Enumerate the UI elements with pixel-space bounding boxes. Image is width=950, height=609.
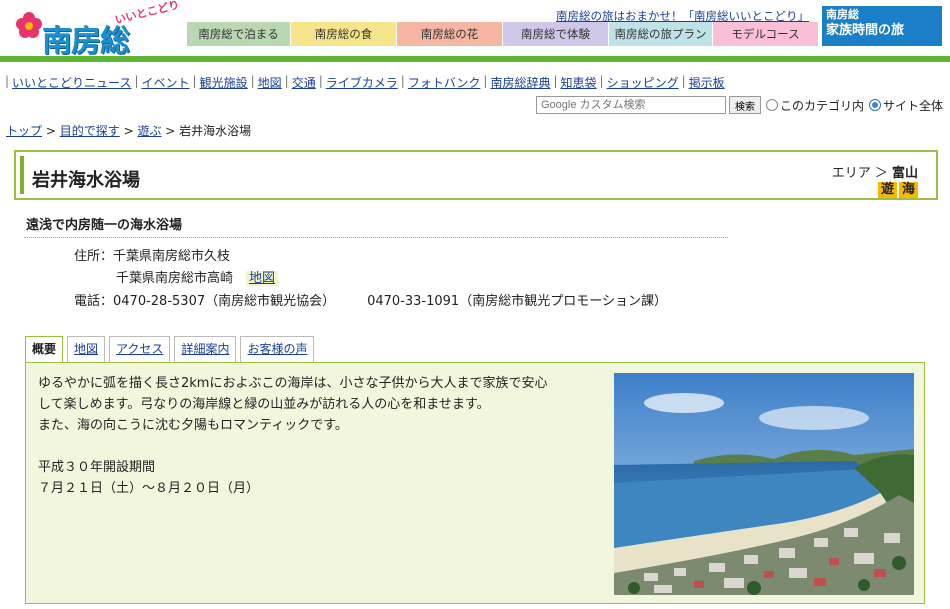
- category-badge-play: 遊: [877, 182, 897, 198]
- nav-tab-model-course[interactable]: モデルコース: [713, 22, 819, 46]
- main-nav: 南房総で泊まる 南房総の食 南房総の花 南房総で体験 南房総の旅プラン モデルコ…: [187, 22, 819, 46]
- tab-reviews[interactable]: お客様の声: [240, 336, 315, 362]
- subnav-livecam[interactable]: ライブカメラ: [326, 74, 398, 90]
- detail-tabs: 概要 地図 アクセス 詳細案内 お客様の声: [25, 336, 315, 362]
- phone-block: 電話：0470-28-5307（南房総市観光協会） 0470-33-1091（南房…: [74, 294, 667, 309]
- desc-line1: ゆるやかに弧を描く長さ2kmにおよぶこの海岸は、小さな子供から大人まで家族で安心: [38, 376, 548, 391]
- page-subtitle: 遠浅で内房随一の海水浴場: [26, 218, 183, 233]
- nav-tab-flowers[interactable]: 南房総の花: [397, 22, 503, 46]
- subnav-bbs[interactable]: 掲示板: [689, 74, 725, 90]
- phone-2: 0470-33-1091（南房総市観光プロモーション課）: [367, 294, 667, 309]
- breadcrumb: トップ > 目的で探す > 遊ぶ > 岩井海水浴場: [6, 124, 252, 138]
- subnav-dictionary[interactable]: 南房総辞典: [490, 74, 550, 90]
- radio-selected-icon: [869, 99, 882, 111]
- page-title: 岩井海水浴場: [32, 170, 140, 191]
- address-line2: 千葉県南房総市高崎: [116, 271, 234, 286]
- banner-line1: 南房総: [826, 8, 859, 21]
- nav-tab-experience[interactable]: 南房総で体験: [503, 22, 609, 46]
- subnav-events[interactable]: イベント: [142, 74, 190, 90]
- nav-tab-plans[interactable]: 南房総の旅プラン: [609, 22, 713, 46]
- category-badges: 遊 海: [877, 182, 918, 198]
- tab-overview[interactable]: 概要: [25, 336, 64, 362]
- address-line1: 千葉県南房総市久枝: [113, 249, 231, 264]
- tab-details[interactable]: 詳細案内: [174, 336, 237, 362]
- radio-category[interactable]: このカテゴリ内: [766, 97, 864, 114]
- sub-nav: | いいとこどりニュース | イベント | 観光施設 | 地図 | 交通 | ライブカメラ …: [5, 74, 725, 90]
- nav-tab-stay[interactable]: 南房総で泊まる: [187, 22, 291, 46]
- breadcrumb-play[interactable]: 遊ぶ: [137, 124, 161, 138]
- beach-photo: [614, 373, 914, 595]
- subnav-chiebukuro[interactable]: 知恵袋: [561, 74, 597, 90]
- banner-line2: 家族時間の旅: [826, 23, 905, 38]
- breadcrumb-purpose[interactable]: 目的で探す: [60, 124, 120, 138]
- logo-text: 南房総: [42, 24, 130, 59]
- subtitle-divider: [24, 237, 728, 238]
- breadcrumb-current: 岩井海水浴場: [179, 124, 252, 138]
- desc-line3: また、海の向こうに沈む夕陽もロマンティックです。: [38, 418, 348, 433]
- tab-access[interactable]: アクセス: [109, 336, 171, 362]
- flower-logo-icon: [16, 12, 42, 38]
- search-button[interactable]: 検索: [729, 96, 761, 114]
- period-label: 平成３０年開設期間: [38, 460, 156, 475]
- search-input[interactable]: [536, 96, 726, 114]
- tab-map[interactable]: 地図: [67, 336, 106, 362]
- subnav-map[interactable]: 地図: [258, 74, 282, 90]
- area-label: エリア ＞ 富山: [831, 166, 918, 181]
- title-box: 岩井海水浴場 エリア ＞ 富山 遊 海: [14, 150, 938, 200]
- area-value: 富山: [891, 166, 918, 181]
- subnav-photobank[interactable]: フォトバンク: [408, 74, 481, 90]
- description: ゆるやかに弧を描く長さ2kmにおよぶこの海岸は、小さな子供から大人まで家族で安心…: [38, 373, 608, 499]
- radio-circle-icon: [766, 99, 778, 111]
- phone-1: 0470-28-5307（南房総市観光協会）: [113, 294, 336, 309]
- subnav-facilities[interactable]: 観光施設: [200, 74, 248, 90]
- category-badge-sea: 海: [898, 182, 918, 198]
- subnav-shopping[interactable]: ショッピング: [607, 74, 679, 90]
- site-logo[interactable]: いいとこどり 南房総: [8, 0, 183, 59]
- breadcrumb-top[interactable]: トップ: [6, 124, 42, 138]
- map-link[interactable]: 地図: [246, 271, 279, 286]
- search-bar: 検索 このカテゴリ内 サイト全体: [536, 96, 943, 114]
- header-divider: [0, 56, 950, 62]
- subnav-news[interactable]: いいとこどりニュース: [12, 74, 131, 90]
- radio-site-label: サイト全体: [883, 98, 944, 113]
- address-block: 住所：千葉県南房総市久枝 千葉県南房総市高崎 地図: [74, 246, 279, 290]
- overview-panel: ゆるやかに弧を描く長さ2kmにおよぶこの海岸は、小さな子供から大人まで家族で安心…: [25, 362, 925, 604]
- subnav-transport[interactable]: 交通: [292, 74, 316, 90]
- radio-category-label: このカテゴリ内: [780, 98, 865, 113]
- period-dates: ７月２１日（土）～８月２０日（月）: [38, 481, 260, 496]
- radio-site[interactable]: サイト全体: [869, 97, 943, 114]
- nav-tab-food[interactable]: 南房総の食: [291, 22, 397, 46]
- family-trip-banner[interactable]: 南房総 家族時間の旅: [822, 6, 942, 46]
- desc-line2: して楽しめます。弓なりの海岸線と緑の山並みが訪れる人の心を和ませます。: [38, 397, 490, 412]
